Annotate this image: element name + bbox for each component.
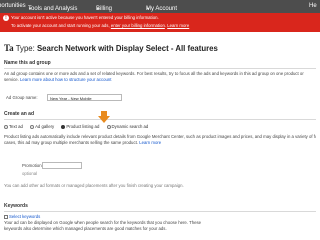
nav-opportunities[interactable]: portunities	[0, 3, 26, 9]
chevron-down-icon: ▼	[96, 6, 100, 11]
warning-icon: !	[3, 15, 9, 21]
promotion-label: Promotion	[22, 163, 42, 168]
radio-dynamic-search-ad[interactable]: Dynamic search ad	[106, 124, 149, 129]
divider	[4, 119, 316, 120]
ad-formats-footnote: You can add other ad formats or managed …	[4, 183, 184, 188]
radio-selected-icon	[61, 124, 66, 129]
ad-type-radio-group: Text ad Ad gallery Product listing ad Dy…	[4, 124, 154, 129]
divider	[4, 211, 316, 212]
ad-type-icon: Ta	[4, 43, 14, 53]
name-section-desc: An ad group contains one or more ads and…	[4, 71, 316, 83]
alert-line2: To activate your account and start runni…	[11, 23, 190, 28]
keywords-desc-line2: keywords also determine which managed pl…	[4, 226, 167, 231]
option-label: Dynamic search ad	[111, 124, 149, 129]
radio-text-ad[interactable]: Text ad	[4, 124, 23, 129]
nav-help[interactable]: He	[309, 3, 317, 9]
expand-icon	[4, 214, 8, 219]
type-prefix: Type:	[15, 44, 35, 53]
radio-icon	[4, 124, 8, 129]
radio-icon	[30, 124, 35, 129]
alert-learn-more-link[interactable]: Learn more	[167, 23, 189, 28]
nav-my-account-label: My Account	[146, 6, 178, 12]
promotion-input[interactable]	[42, 162, 82, 169]
product-listing-learn-more-link[interactable]: Learn more	[139, 140, 161, 145]
alert-line2-text: To activate your account and start runni…	[11, 23, 110, 28]
structure-learn-more-link[interactable]: Learn more about how to structure your a…	[20, 77, 111, 82]
alert-line1: Your account isn't active because you ha…	[11, 15, 159, 20]
ad-group-name-input[interactable]: New Year - New Mobile	[47, 94, 122, 101]
option-label: Text ad	[9, 124, 23, 129]
radio-ad-gallery[interactable]: Ad gallery	[30, 124, 54, 129]
campaign-type: Search Network with Display Select - All…	[36, 44, 218, 53]
select-keywords-link[interactable]: Select keywords	[9, 214, 40, 219]
page-title: Ta Type: Search Network with Display Sel…	[4, 43, 218, 53]
radio-icon	[106, 124, 111, 129]
option-label: Product listing ad	[66, 124, 100, 129]
keywords-section-title: Keywords	[4, 203, 28, 209]
promotion-optional-hint: optional	[22, 171, 38, 176]
product-listing-desc-line2: cases, this ad may group multiple mercha…	[4, 140, 161, 146]
arrow-down-icon	[98, 116, 110, 123]
desc-line2-text: cases, this ad may group multiple mercha…	[4, 140, 138, 145]
top-nav: portunities Tools and Analysis ▼ Billing…	[0, 0, 320, 13]
divider	[4, 68, 316, 69]
nav-tools-label: Tools and Analysis	[28, 6, 78, 12]
billing-info-link[interactable]: enter your billing information	[111, 23, 165, 28]
option-label: Ad gallery	[35, 124, 55, 129]
radio-product-listing-ad[interactable]: Product listing ad	[61, 124, 99, 129]
name-section-title: Name this ad group	[4, 60, 51, 66]
billing-alert: ! Your account isn't active because you …	[0, 13, 320, 32]
create-ad-section-title: Create an ad	[4, 111, 35, 117]
chevron-down-icon: ▼	[28, 6, 32, 11]
ad-group-name-label: Ad Group name:	[6, 95, 38, 100]
chevron-down-icon: ▼	[146, 6, 150, 11]
